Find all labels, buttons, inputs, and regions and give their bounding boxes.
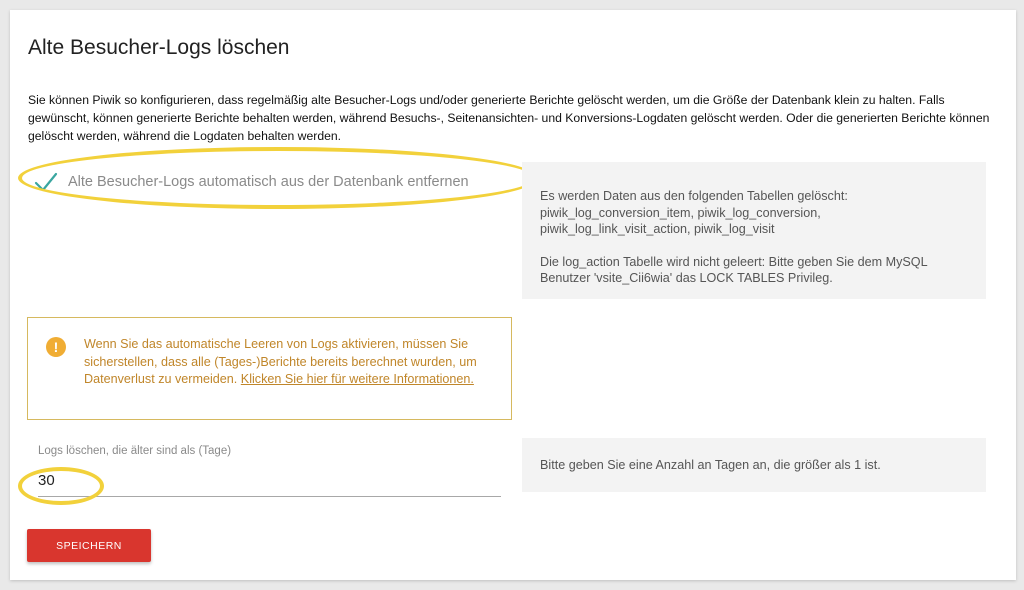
highlight-ellipse-days — [18, 467, 104, 505]
settings-card: Alte Besucher-Logs löschen Sie können Pi… — [10, 10, 1016, 580]
page-title: Alte Besucher-Logs löschen — [28, 36, 290, 59]
tables-info-line: Benutzer 'vsite_Cii6wia' das LOCK TABLES… — [540, 271, 833, 285]
exclamation-icon: ! — [46, 337, 66, 357]
tables-info-line: piwik_log_link_visit_action, piwik_log_v… — [540, 222, 775, 236]
more-info-link[interactable]: Klicken Sie hier für weitere Information… — [241, 372, 474, 386]
days-field-label: Logs löschen, die älter sind als (Tage) — [38, 445, 232, 457]
warning-notice: ! Wenn Sie das automatische Leeren von L… — [27, 317, 512, 420]
save-button[interactable]: SPEICHERN — [27, 529, 151, 562]
highlight-ellipse-checkbox — [18, 147, 538, 209]
days-input[interactable] — [38, 465, 501, 497]
tables-info-box: Es werden Daten aus den folgenden Tabell… — [522, 162, 986, 299]
days-help-text: Bitte geben Sie eine Anzahl an Tagen an,… — [540, 458, 881, 472]
tables-info-line: Die log_action Tabelle wird nicht geleer… — [540, 254, 928, 269]
intro-text: Sie können Piwik so konfigurieren, dass … — [28, 93, 990, 143]
tables-info-line: piwik_log_conversion_item, piwik_log_con… — [540, 205, 821, 220]
tables-info-line: Es werden Daten aus den folgenden Tabell… — [540, 189, 848, 203]
days-help-box: Bitte geben Sie eine Anzahl an Tagen an,… — [522, 438, 986, 492]
